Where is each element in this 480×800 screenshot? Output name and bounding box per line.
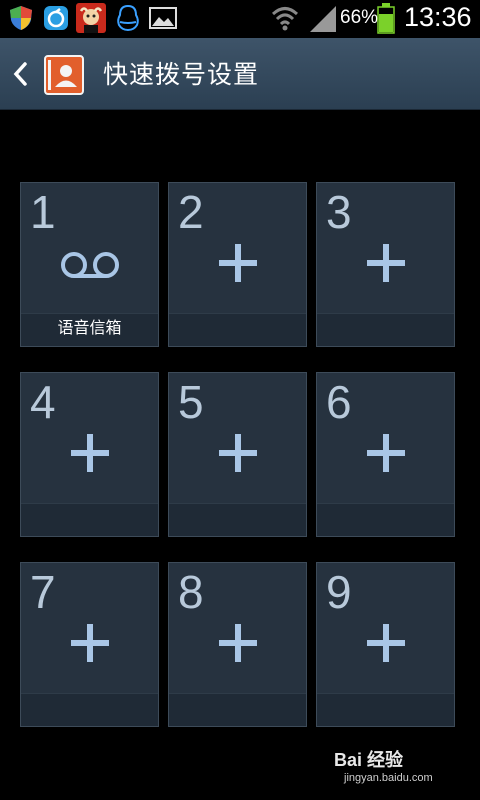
watermark-main: Bai 经验 bbox=[334, 750, 404, 770]
clock: 13:36 bbox=[404, 2, 472, 32]
speed-dial-tile-3[interactable]: 3 bbox=[316, 182, 455, 347]
add-icon bbox=[70, 624, 109, 662]
tile-footer bbox=[169, 503, 306, 536]
tile-number: 1 bbox=[30, 186, 56, 238]
speed-dial-tile-8[interactable]: 8 bbox=[168, 562, 307, 727]
tile-footer bbox=[169, 693, 306, 726]
tile-footer bbox=[317, 313, 454, 346]
add-icon bbox=[366, 434, 405, 472]
gallery-icon bbox=[149, 7, 177, 29]
speed-dial-tile-4[interactable]: 4 bbox=[20, 372, 159, 537]
tile-number: 7 bbox=[30, 566, 56, 618]
speed-dial-tile-6[interactable]: 6 bbox=[316, 372, 455, 537]
speed-dial-tile-9[interactable]: 9 bbox=[316, 562, 455, 727]
battery-icon bbox=[377, 3, 395, 34]
voicemail-icon bbox=[60, 252, 119, 278]
add-icon bbox=[218, 244, 257, 282]
speed-dial-tile-5[interactable]: 5 bbox=[168, 372, 307, 537]
status-bar: 66% 13:36 bbox=[0, 0, 480, 38]
tile-footer bbox=[169, 313, 306, 346]
back-chevron-icon[interactable] bbox=[10, 60, 32, 88]
speed-dial-tile-7[interactable]: 7 bbox=[20, 562, 159, 727]
speed-dial-tile-2[interactable]: 2 bbox=[168, 182, 307, 347]
tile-number: 8 bbox=[178, 566, 204, 618]
wifi-icon bbox=[271, 7, 299, 31]
action-bar: 快速拨号设置 bbox=[0, 38, 480, 110]
tile-footer bbox=[21, 503, 158, 536]
tile-number: 4 bbox=[30, 376, 56, 428]
watermark: Bai 经验 jingyan.baidu.com bbox=[334, 746, 433, 784]
signal-icon bbox=[310, 6, 336, 32]
watermark-sub: jingyan.baidu.com bbox=[344, 772, 433, 784]
speed-dial-tile-1[interactable]: 1 语音信箱 bbox=[20, 182, 159, 347]
app-icon bbox=[44, 6, 68, 30]
tile-number: 6 bbox=[326, 376, 352, 428]
tile-number: 9 bbox=[326, 566, 352, 618]
contacts-icon[interactable] bbox=[42, 52, 88, 98]
tile-label: 语音信箱 bbox=[57, 318, 122, 337]
cow-avatar-icon bbox=[76, 3, 106, 33]
tile-footer bbox=[317, 693, 454, 726]
add-icon bbox=[218, 434, 257, 472]
tile-footer bbox=[317, 503, 454, 536]
tile-number: 5 bbox=[178, 376, 204, 428]
battery-percent: 66% bbox=[340, 7, 379, 28]
add-icon bbox=[366, 244, 405, 282]
add-icon bbox=[366, 624, 405, 662]
page-title: 快速拨号设置 bbox=[103, 60, 260, 89]
add-icon bbox=[70, 434, 109, 472]
shield-icon bbox=[10, 6, 32, 30]
add-icon bbox=[218, 624, 257, 662]
tile-number: 2 bbox=[178, 186, 204, 238]
tile-number: 3 bbox=[326, 186, 352, 238]
qq-penguin-icon bbox=[117, 4, 139, 32]
tile-footer bbox=[21, 693, 158, 726]
